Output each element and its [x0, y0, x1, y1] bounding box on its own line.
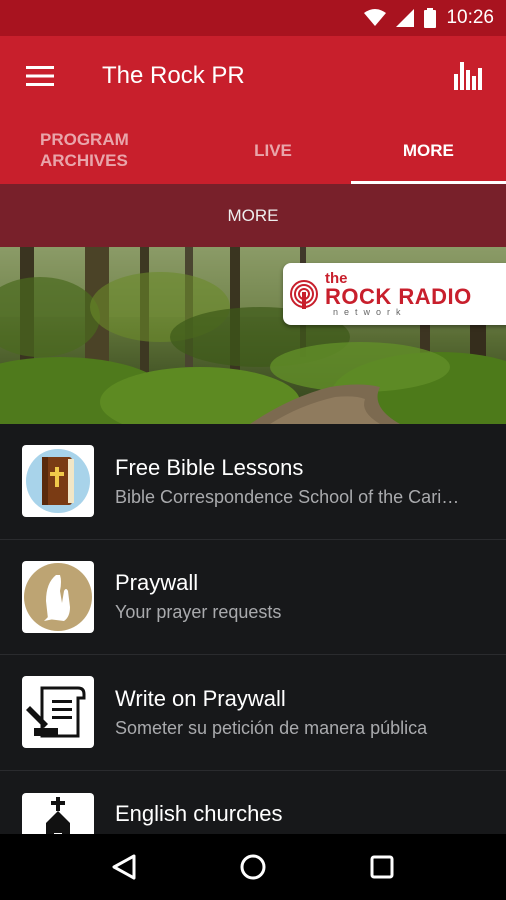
screen: 10:26 The Rock PR PROGRAM ARCHIVES LIVE … [0, 0, 506, 900]
equalizer-icon [454, 62, 482, 90]
home-button[interactable] [223, 837, 283, 897]
list-item-title: Free Bible Lessons [115, 454, 304, 480]
list-item-free-bible-lessons[interactable]: Free Bible Lessons Bible Correspondence … [0, 424, 506, 540]
section-header-label: MORE [227, 205, 279, 225]
list-item-write-on-praywall[interactable]: Write on Praywall Someter su petición de… [0, 655, 506, 771]
list-item-subtitle: Bible Correspondence School of the Cari… [115, 486, 460, 507]
write-scroll-icon [22, 676, 94, 749]
tab-live[interactable]: LIVE [195, 116, 350, 184]
back-triangle-icon [112, 854, 136, 880]
tab-more[interactable]: MORE [350, 116, 506, 184]
app-title: The Rock PR [102, 62, 245, 89]
list-item-title: Praywall [115, 570, 199, 596]
status-bar: 10:26 [0, 0, 506, 36]
church-icon [22, 792, 94, 834]
home-circle-icon [240, 854, 266, 880]
signal-icon [396, 9, 415, 27]
recents-square-icon [370, 855, 394, 879]
list-item-subtitle: Your prayer requests [115, 602, 282, 623]
section-header: MORE [0, 184, 506, 247]
list-item-text: Praywall Your prayer requests [115, 570, 506, 623]
status-time: 10:26 [446, 7, 494, 28]
bible-icon [22, 445, 94, 518]
praying-hands-icon [22, 560, 94, 633]
hamburger-icon [26, 66, 54, 86]
more-list: Free Bible Lessons Bible Correspondence … [0, 424, 506, 834]
list-item-title: English churches [115, 800, 283, 826]
tab-label: LIVE [254, 140, 292, 160]
list-item-text: Free Bible Lessons Bible Correspondence … [115, 455, 506, 508]
tab-label: PROGRAM ARCHIVES [40, 130, 129, 170]
list-item-title: Write on Praywall [115, 685, 286, 711]
tab-program-archives[interactable]: PROGRAM ARCHIVES [0, 116, 195, 184]
list-item-text: English churches [115, 801, 506, 827]
logo-text: the ROCK RADIO network [325, 271, 472, 317]
list-item-subtitle: Someter su petición de manera pública [115, 717, 428, 738]
logo-main: ROCK RADIO [325, 284, 472, 309]
forest-banner: the ROCK RADIO network [0, 247, 506, 424]
menu-button[interactable] [20, 56, 60, 96]
logo-sub: network [333, 307, 407, 317]
back-button[interactable] [94, 837, 154, 897]
battery-icon [424, 8, 437, 28]
list-item-english-churches[interactable]: English churches [0, 771, 506, 834]
list-item-text: Write on Praywall Someter su petición de… [115, 686, 506, 739]
rock-radio-logo: the ROCK RADIO network [283, 263, 506, 325]
tab-bar: PROGRAM ARCHIVES LIVE MORE [0, 116, 506, 184]
recents-button[interactable] [352, 837, 412, 897]
tab-label: MORE [402, 140, 454, 160]
wifi-icon [364, 9, 387, 26]
radio-waves-icon [290, 280, 318, 309]
system-nav-bar [0, 834, 506, 900]
list-item-praywall[interactable]: Praywall Your prayer requests [0, 540, 506, 655]
app-bar: The Rock PR [0, 36, 506, 116]
equalizer-button[interactable] [448, 56, 488, 96]
